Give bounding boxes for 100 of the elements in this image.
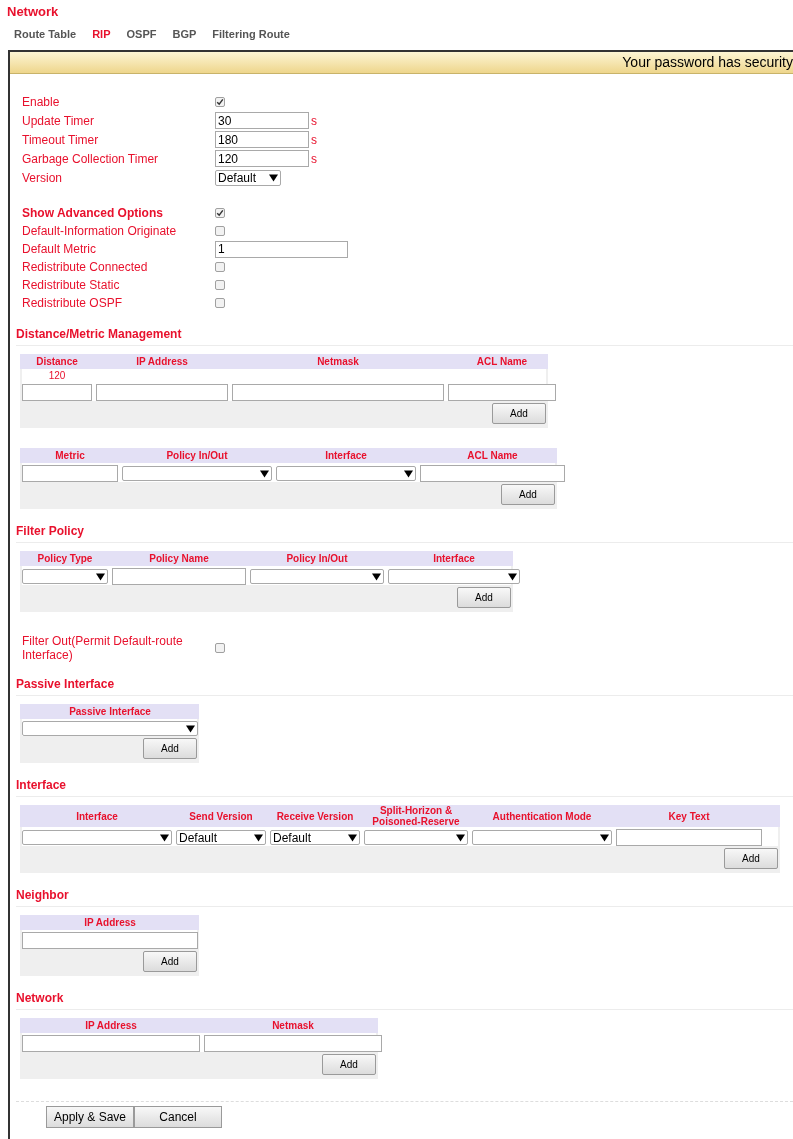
dropdown-arrow-icon [508,572,517,581]
section-title: Distance/Metric Management [16,327,793,346]
unit-label: s [311,112,317,130]
unit-label: s [311,150,317,168]
dropdown-arrow-icon [186,724,195,733]
dropdown[interactable] [122,466,272,481]
checkbox[interactable] [215,298,225,308]
dropdown[interactable]: Default [215,169,281,186]
column-header: Policy Type [36,553,94,564]
text-field[interactable] [616,829,762,846]
dropdown-arrow-icon [348,833,357,842]
setting-label: Version [22,170,64,185]
checkbox[interactable] [215,208,225,218]
text-field[interactable] [204,1035,382,1052]
checkbox[interactable] [215,226,225,236]
setting-label: Redistribute Static [22,278,121,292]
add-button[interactable]: Add [501,484,555,505]
column-header: Netmask [271,1020,315,1031]
setting-label: Filter Out(Permit Default-route Interface) [22,634,184,662]
setting-label: Enable [22,94,61,109]
add-button[interactable]: Add [322,1054,376,1075]
setting-label: Redistribute OSPF [22,296,124,310]
dropdown-arrow-icon [600,833,609,842]
add-button[interactable]: Add [143,951,197,972]
column-header: Policy In/Out [165,450,229,461]
section-title: Neighbor [16,888,793,907]
dropdown[interactable]: Default [176,830,266,845]
setting-label: Default-Information Originate [22,224,178,238]
text-field[interactable] [420,465,565,482]
setting-label: Timeout Timer [22,132,100,147]
column-header: Key Text [667,810,711,822]
tab[interactable]: RIP [92,28,111,41]
dropdown-arrow-icon [269,173,278,182]
column-header: Distance [35,356,79,367]
text-field[interactable] [22,932,198,949]
setting-label: Default Metric [22,242,98,256]
column-header: Interface [432,553,476,564]
add-button[interactable]: Add [724,848,778,869]
dropdown[interactable] [472,830,612,845]
dropdown[interactable] [22,721,198,736]
text-field[interactable] [232,384,444,401]
dropdown[interactable] [22,830,172,845]
checkbox[interactable] [215,280,225,290]
column-header: Interface [324,450,368,461]
text-field[interactable]: 1 [215,240,348,258]
setting-label: Redistribute Connected [22,260,149,274]
column-header: ACL Name [466,450,519,461]
column-header: IP Address [84,1020,138,1031]
advanced-options-label: Show Advanced Options [22,205,164,222]
dropdown-arrow-icon [404,469,413,478]
text-field[interactable]: 180 [215,131,309,148]
add-button[interactable]: Add [492,403,546,424]
column-header: Passive Interface [68,706,152,717]
section-title: Filter Policy [16,524,793,543]
dropdown[interactable]: Default [270,830,360,845]
column-header: Interface [75,810,119,822]
dropdown[interactable] [388,569,520,584]
column-header: Policy Name [148,553,210,564]
text-field[interactable]: 120 [215,150,309,167]
text-field[interactable] [448,384,556,401]
tab[interactable]: Filtering Route [212,28,290,41]
dropdown[interactable] [250,569,384,584]
dropdown[interactable] [22,569,108,584]
column-header: IP Address [135,356,189,367]
column-header: Authentication Mode [491,810,593,822]
unit-label: s [311,131,317,149]
column-header: Receive Version [275,810,355,822]
dropdown[interactable] [364,830,468,845]
add-button[interactable]: Add [143,738,197,759]
column-header: Split-Horizon & Poisoned-Reserve [371,805,461,827]
text-field[interactable] [96,384,228,401]
text-field[interactable] [112,568,246,585]
dropdown-arrow-icon [456,833,465,842]
page-title: Network [7,4,60,20]
column-header: ACL Name [475,356,529,367]
text-field[interactable]: 30 [215,112,309,129]
action-button[interactable]: Apply & Save [46,1106,134,1128]
text-field[interactable] [22,465,118,482]
checkbox[interactable] [215,643,225,653]
add-button[interactable]: Add [457,587,511,608]
dropdown[interactable] [276,466,416,481]
section-title: Interface [16,778,793,797]
column-header: Send Version [188,810,254,822]
dropdown-arrow-icon [96,572,105,581]
column-header: IP Address [83,917,137,928]
column-header: Policy In/Out [285,553,349,564]
dropdown-arrow-icon [160,833,169,842]
section-title: Passive Interface [16,677,793,696]
column-header: Netmask [316,356,360,367]
column-header: Metric [54,450,86,461]
setting-label: Update Timer [22,113,96,128]
action-button[interactable]: Cancel [134,1106,222,1128]
checkbox[interactable] [215,262,225,272]
tab[interactable]: Route Table [14,28,77,41]
tab[interactable]: BGP [172,28,197,41]
banner-text: Your password has security [622,53,793,72]
text-field[interactable] [22,384,92,401]
checkbox[interactable] [215,96,225,107]
text-field[interactable] [22,1035,200,1052]
tab[interactable]: OSPF [126,28,157,41]
